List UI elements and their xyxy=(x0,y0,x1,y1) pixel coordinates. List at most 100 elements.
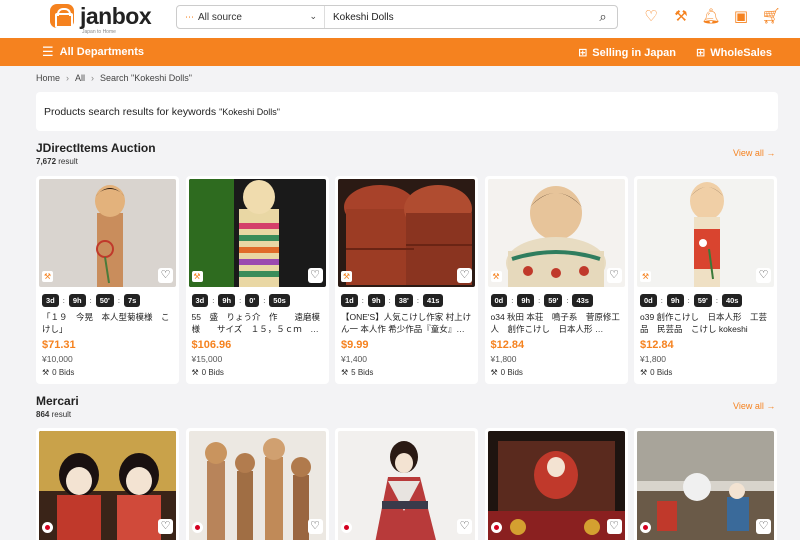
auction-count-suffix: result xyxy=(58,157,78,166)
logo-text: janbox xyxy=(80,3,152,29)
product-image[interactable] xyxy=(637,179,774,287)
product-card[interactable]: ⚒ ♡ 3d: 9h: 50': 7s 「１９ 今晃 本人型菊模様 こけし」 $… xyxy=(36,176,179,384)
product-title[interactable]: 55 盛 りょう介 作 遠磨模様 サイズ １５，５ｃｍ … xyxy=(192,311,324,335)
timer-colon: : xyxy=(715,296,718,305)
product-card[interactable]: ♡ xyxy=(634,428,777,540)
section-title-auction: JDirectItems Auction xyxy=(36,141,156,155)
product-price-usd: $9.99 xyxy=(341,339,369,351)
favorite-heart-icon[interactable]: ♡ xyxy=(158,268,173,283)
favorite-heart-icon[interactable]: ♡ xyxy=(606,268,622,283)
favorite-heart-icon[interactable]: ♡ xyxy=(457,268,472,283)
bid-count: ⚒ 0 Bids xyxy=(192,368,224,377)
product-image[interactable] xyxy=(487,431,625,540)
timer-colon: : xyxy=(263,296,266,305)
japan-flag-icon xyxy=(490,522,502,533)
auction-count: 7,672 xyxy=(36,157,57,166)
search-icon[interactable]: ⌕ xyxy=(589,9,617,25)
breadcrumb-home[interactable]: Home xyxy=(36,73,60,83)
product-price-usd: $12.84 xyxy=(490,339,525,351)
selling-in-japan-link[interactable]: ⊞ Selling in Japan xyxy=(578,46,676,60)
product-title[interactable]: o34 秋田 本荘 鳴子系 菅原修工人 創作こけし 日本人形 … xyxy=(491,311,623,335)
product-image[interactable] xyxy=(188,179,326,287)
timer-colon: : xyxy=(511,296,514,305)
breadcrumb-all[interactable]: All xyxy=(75,73,85,83)
product-price-yen: ¥1,400 xyxy=(341,354,367,364)
chevron-right-icon: › xyxy=(91,73,95,83)
product-title[interactable]: 【ONE'S】人気こけし作家 村上けん一 本人作 希少作品『童女』… xyxy=(341,311,473,335)
countdown-timer: 0d: 9h: 59': 40s xyxy=(640,294,743,307)
wholesales-link[interactable]: ⊞ WholeSales xyxy=(696,46,772,60)
timer-minutes: 38' xyxy=(394,294,413,307)
view-all-auction[interactable]: View all → xyxy=(733,148,775,158)
product-card[interactable]: ♡ xyxy=(484,428,628,540)
favorite-heart-icon[interactable]: ♡ xyxy=(606,519,622,534)
source-dropdown[interactable]: ⋯ All source ⌄ xyxy=(177,6,325,28)
view-all-mercari[interactable]: View all → xyxy=(733,401,775,411)
all-departments-button[interactable]: ☰ All Departments xyxy=(42,45,144,58)
timer-colon: : xyxy=(538,296,541,305)
product-card[interactable]: ⚒ ♡ 3d: 9h: 0': 50s 55 盛 りょう介 作 遠磨模様 サイズ… xyxy=(185,176,329,384)
user-bid-icon[interactable]: ⚒ xyxy=(666,8,696,26)
gavel-icon: ⚒ xyxy=(640,368,648,377)
bid-count-label: 0 Bids xyxy=(52,368,75,377)
bid-count-label: 0 Bids xyxy=(201,368,224,377)
favorite-heart-icon[interactable]: ♡ xyxy=(307,268,323,283)
source-label: All source xyxy=(198,11,242,23)
product-image[interactable] xyxy=(338,179,475,287)
bid-count: ⚒ 0 Bids xyxy=(42,368,74,377)
timer-hours: 9h xyxy=(666,294,684,307)
product-image[interactable] xyxy=(637,431,774,540)
product-title[interactable]: 「１９ 今晃 本人型菊模様 こけし」 xyxy=(42,311,174,335)
product-card[interactable]: ♡ xyxy=(185,428,329,540)
countdown-timer: 1d: 9h: 38': 41s xyxy=(341,294,444,307)
favorite-heart-icon[interactable]: ♡ xyxy=(457,519,472,534)
timer-days: 3d xyxy=(191,294,209,307)
timer-minutes: 59' xyxy=(544,294,563,307)
product-image[interactable] xyxy=(39,179,176,287)
coupon-icon[interactable]: ▣ xyxy=(726,8,756,26)
product-price-yen: ¥1,800 xyxy=(490,354,517,364)
timer-colon: : xyxy=(212,296,215,305)
gavel-icon: ⚒ xyxy=(341,368,349,377)
product-card[interactable]: ⚒ ♡ 0d: 9h: 59': 40s o39 創作こけし 日本人形 工芸品 … xyxy=(634,176,777,384)
search-input[interactable] xyxy=(325,11,589,23)
product-image[interactable] xyxy=(487,179,625,287)
product-image[interactable] xyxy=(188,431,326,540)
product-image[interactable] xyxy=(338,431,475,540)
product-card[interactable]: ♡ xyxy=(36,428,179,540)
product-price-yen: ¥10,000 xyxy=(42,354,73,364)
product-card[interactable]: ⚒ ♡ 0d: 9h: 59': 43s o34 秋田 本荘 鳴子系 菅原修工人… xyxy=(484,176,628,384)
bell-icon[interactable]: 🔔︎ xyxy=(696,8,726,26)
favorite-heart-icon[interactable]: ♡ xyxy=(756,519,771,534)
breadcrumb-current: Search "Kokeshi Dolls" xyxy=(100,73,192,83)
japan-flag-icon xyxy=(191,522,203,533)
timer-hours: 9h xyxy=(517,294,535,307)
countdown-timer: 3d: 9h: 0': 50s xyxy=(191,294,290,307)
gavel-icon: ⚒ xyxy=(490,368,498,377)
timer-hours: 9h xyxy=(367,294,385,307)
auction-source-icon: ⚒ xyxy=(640,271,651,282)
heart-icon[interactable]: ♡ xyxy=(636,8,666,26)
product-image[interactable] xyxy=(39,431,176,540)
janbox-logo[interactable]: janbox Japan to Home xyxy=(50,3,152,35)
wholesale-icon: ⊞ xyxy=(696,47,706,59)
timer-colon: : xyxy=(117,296,120,305)
product-card[interactable]: ⚒ ♡ 1d: 9h: 38': 41s 【ONE'S】人気こけし作家 村上けん… xyxy=(335,176,478,384)
favorite-heart-icon[interactable]: ♡ xyxy=(756,268,771,283)
timer-minutes: 50' xyxy=(95,294,114,307)
timer-minutes: 59' xyxy=(693,294,712,307)
breadcrumb: Home › All › Search "Kokeshi Dolls" xyxy=(36,73,192,83)
product-price-yen: ¥1,800 xyxy=(640,354,666,364)
cart-icon[interactable]: 🛒︎ xyxy=(756,8,786,26)
timer-hours: 9h xyxy=(68,294,86,307)
product-price-usd: $71.31 xyxy=(42,339,76,351)
countdown-timer: 3d: 9h: 50': 7s xyxy=(42,294,141,307)
favorite-heart-icon[interactable]: ♡ xyxy=(158,519,173,534)
bid-count-label: 0 Bids xyxy=(500,368,523,377)
product-title[interactable]: o39 創作こけし 日本人形 工芸品 民芸品 こけし kokeshi xyxy=(640,311,772,335)
favorite-heart-icon[interactable]: ♡ xyxy=(307,519,323,534)
product-card[interactable]: ♡ xyxy=(335,428,478,540)
auction-source-icon: ⚒ xyxy=(191,271,203,282)
japan-flag-icon xyxy=(341,522,352,533)
timer-seconds: 40s xyxy=(721,294,743,307)
